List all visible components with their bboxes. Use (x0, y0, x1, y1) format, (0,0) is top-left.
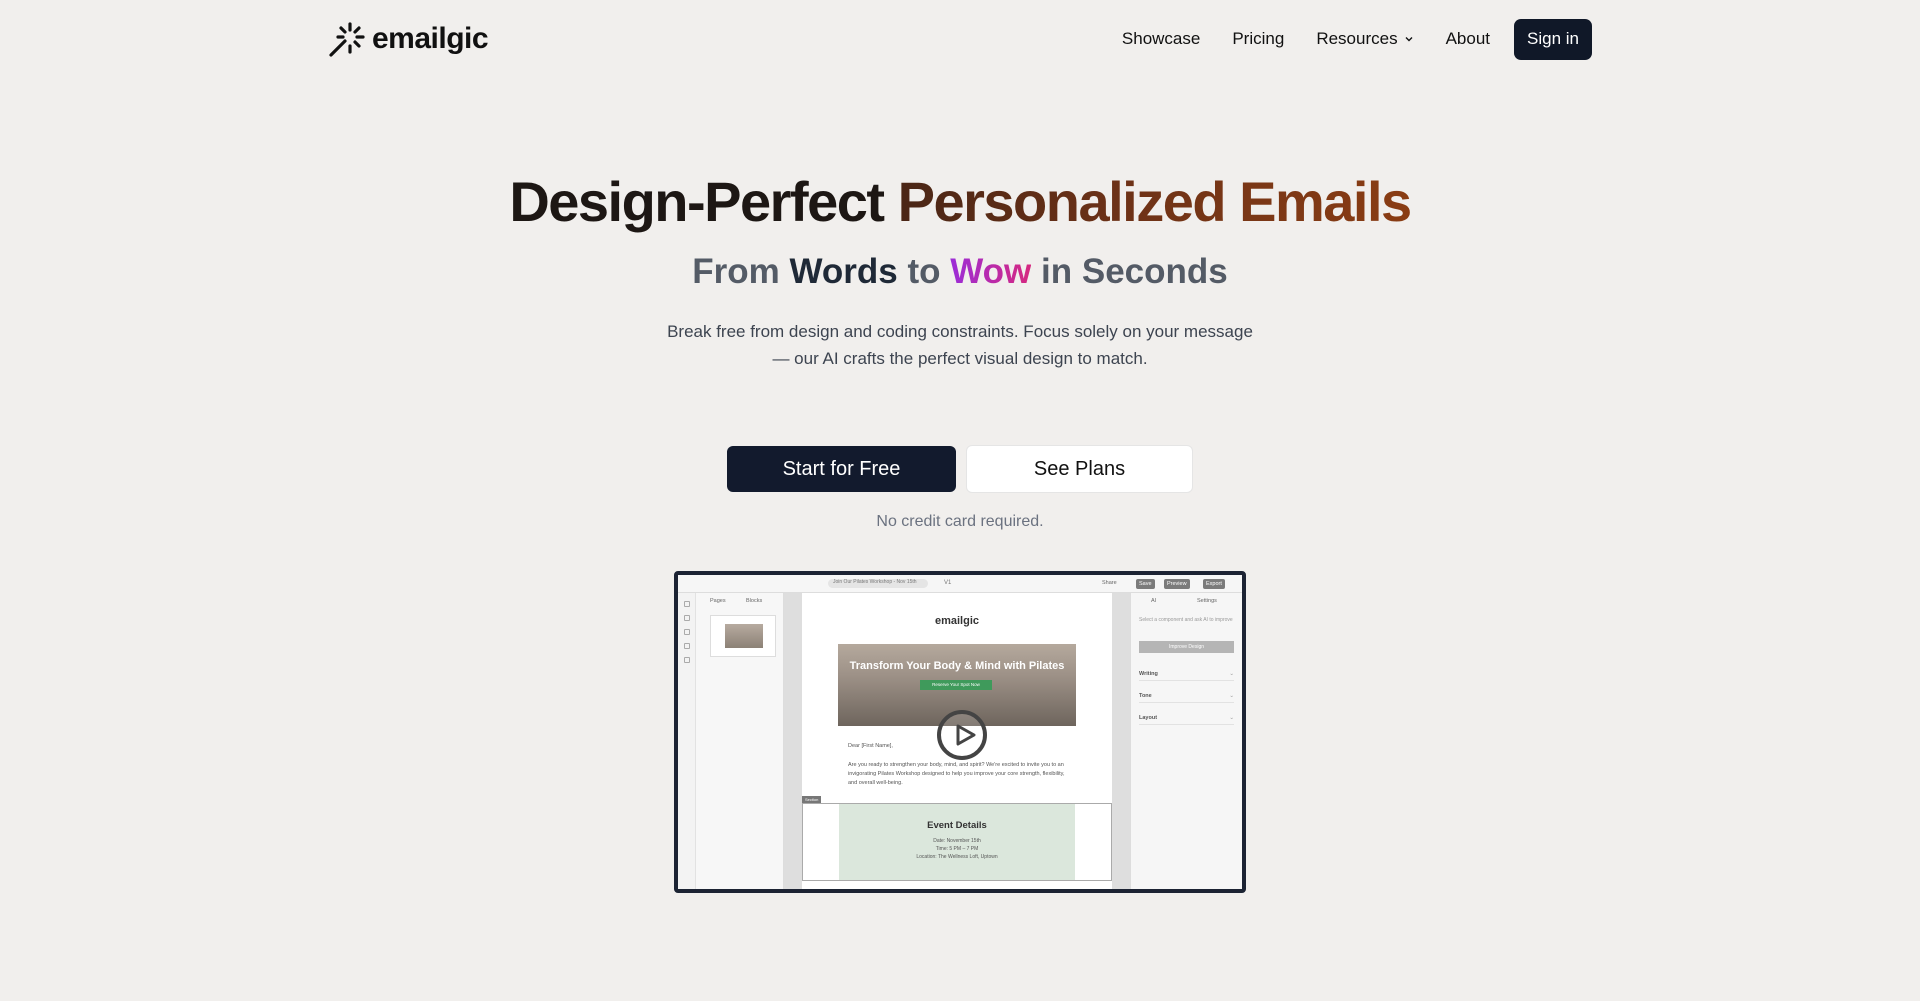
preview-toolbar: Join Our Pilates Workshop - Nov 15th V1 … (678, 575, 1242, 593)
tool-icon (684, 629, 690, 635)
magic-burst-icon (329, 22, 365, 57)
preview-version: V1 (944, 580, 952, 586)
preview-tab-pages: Pages (710, 598, 726, 604)
preview-event-date: Date: November 15th (933, 838, 981, 844)
start-for-free-button[interactable]: Start for Free (727, 446, 956, 492)
hero-title: Design-Perfect Personalized Emails (0, 170, 1920, 234)
preview-event-time: Time: 5 PM – 7 PM (935, 846, 979, 852)
subtitle-from: From (692, 252, 780, 291)
nav-resources[interactable]: Resources (1316, 29, 1413, 49)
logo[interactable]: emailgic (328, 20, 489, 58)
preview-share: Share (1102, 580, 1117, 586)
chevron-down-icon (1405, 37, 1413, 42)
preview-preview: Preview (1164, 579, 1190, 589)
no-credit-card-note: No credit card required. (876, 513, 1044, 530)
preview-accordion-tone: Tone ⌄ (1139, 693, 1234, 703)
nav-about[interactable]: About (1446, 29, 1490, 49)
preview-save: Save (1136, 579, 1155, 589)
preview-right-panel: AI Settings Select a component and ask A… (1130, 593, 1242, 889)
page-thumbnail (710, 615, 776, 657)
preview-accordion-writing: Writing ⌄ (1139, 671, 1234, 681)
cta-row: Start for Free See Plans (0, 445, 1920, 493)
hero-description: Break free from design and coding constr… (667, 322, 1253, 368)
main-nav: Showcase Pricing Resources About Sign in (1122, 18, 1592, 60)
preview-email-logo: emailgic (934, 615, 980, 627)
subtitle-to: to (907, 252, 941, 291)
tool-icon (684, 657, 690, 663)
nav-pricing[interactable]: Pricing (1232, 29, 1284, 49)
preview-body-paragraph: Are you ready to strengthen your body, m… (848, 762, 1065, 786)
subtitle-wow: Wow (950, 252, 1032, 291)
site-header: emailgic Showcase Pricing Resources Abou… (328, 18, 1592, 60)
preview-event-box: Event Details Date: November 15th Time: … (839, 804, 1075, 880)
preview-section: Event Details Date: November 15th Time: … (802, 803, 1112, 881)
preview-tab-ai: AI (1151, 598, 1157, 604)
preview-event-location: Location: The Wellness Loft, Uptown (916, 854, 998, 860)
preview-tab-blocks: Blocks (746, 598, 763, 604)
nav-showcase[interactable]: Showcase (1122, 29, 1200, 49)
preview-improve-button: Improve Design (1139, 641, 1234, 653)
hero-subtitle: From Words to Wow in Seconds (0, 250, 1920, 294)
play-icon (956, 724, 976, 746)
preview-pages-panel: Pages Blocks (696, 593, 784, 889)
see-plans-button[interactable]: See Plans (966, 445, 1193, 493)
preview-accordion-layout: Layout ⌄ (1139, 715, 1234, 725)
subtitle-words: Words (789, 252, 898, 291)
tool-icon (684, 615, 690, 621)
preview-section-tag: Section (802, 796, 822, 803)
demo-video-preview[interactable]: Join Our Pilates Workshop - Nov 15th V1 … (674, 571, 1246, 893)
hero-title-part1: Design-Perfect (509, 170, 885, 233)
hero-title-part2: Personalized Emails (897, 170, 1413, 233)
sign-in-button[interactable]: Sign in (1514, 18, 1592, 60)
subtitle-in-seconds: in Seconds (1041, 252, 1228, 291)
tool-icon (684, 643, 690, 649)
play-button[interactable] (937, 710, 987, 760)
preview-event-title: Event Details (927, 820, 987, 831)
preview-tab-settings: Settings (1197, 598, 1217, 604)
tool-icon (684, 601, 690, 607)
preview-doc-title: Join Our Pilates Workshop - Nov 15th (833, 579, 917, 585)
nav-resources-label: Resources (1316, 29, 1398, 48)
preview-hero-text: Transform Your Body & Mind with Pilates (849, 660, 1065, 672)
logo-text: emailgic (372, 22, 489, 55)
preview-left-toolbar (678, 593, 696, 889)
preview-export: Export (1203, 579, 1225, 589)
page-thumbnail-image (725, 624, 763, 648)
preview-hero-button: Reserve Your Spot Now (920, 680, 992, 690)
preview-ai-hint: Select a component and ask AI to improve (1139, 617, 1233, 623)
